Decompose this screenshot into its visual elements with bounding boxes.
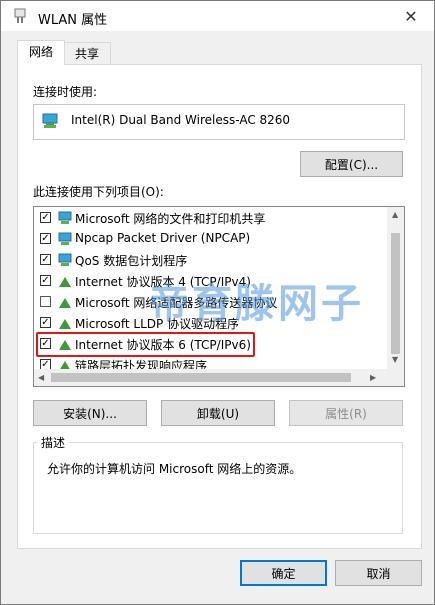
list-item[interactable]: ✓ Internet 协议版本 4 (TCP/IPv4) xyxy=(34,271,384,292)
tab-network[interactable]: 网络 xyxy=(17,40,65,65)
scroll-left-icon[interactable]: ◀ xyxy=(38,373,44,382)
list-item-label: Microsoft 网络的文件和打印机共享 xyxy=(75,212,266,226)
list-item-label: Microsoft LLDP 协议驱动程序 xyxy=(75,317,240,331)
dialog-window: WLAN 属性 ✕ 网络 共享 连接时使用: Intel(R) Dual Ban… xyxy=(0,0,435,605)
uninstall-button[interactable]: 卸载(U) xyxy=(161,400,275,426)
network-client-icon xyxy=(58,211,72,224)
tab-sharing[interactable]: 共享 xyxy=(63,42,111,65)
checkbox[interactable]: ✓ xyxy=(40,254,51,265)
network-service-icon xyxy=(58,253,72,266)
list-item-label: QoS 数据包计划程序 xyxy=(75,254,188,268)
checkbox[interactable]: ✓ xyxy=(40,233,51,244)
protocol-icon xyxy=(59,277,71,287)
protocol-icon xyxy=(59,298,71,308)
list-item[interactable]: ✓ Microsoft LLDP 协议驱动程序 xyxy=(34,313,384,334)
horizontal-scroll-thumb[interactable] xyxy=(51,373,351,382)
scroll-up-icon[interactable]: ▲ xyxy=(392,210,398,219)
checkbox[interactable] xyxy=(40,296,51,307)
protocol-icon xyxy=(59,319,71,329)
tab-sharing-label: 共享 xyxy=(74,47,99,61)
ok-button[interactable]: 确定 xyxy=(240,560,327,586)
highlight-box xyxy=(36,332,255,357)
scroll-down-icon[interactable]: ▼ xyxy=(392,355,398,364)
configure-button[interactable]: 配置(C)... xyxy=(300,151,403,177)
items-label: 此连接使用下列项目(O): xyxy=(33,185,164,199)
list-item[interactable]: ✓ Npcap Packet Driver (NPCAP) xyxy=(34,229,384,250)
list-item[interactable]: ✓ QoS 数据包计划程序 xyxy=(34,250,384,271)
horizontal-scrollbar[interactable]: ◀ ▶ xyxy=(34,369,404,386)
description-text: 允许你的计算机访问 Microsoft 网络上的资源。 xyxy=(47,462,302,476)
properties-button[interactable]: 属性(R) xyxy=(289,400,403,426)
network-adapter-icon xyxy=(42,113,58,128)
tab-network-label: 网络 xyxy=(28,45,53,59)
checkbox[interactable]: ✓ xyxy=(40,212,51,223)
components-list[interactable]: ✓ Microsoft 网络的文件和打印机共享 ✓ Npcap Packet D… xyxy=(33,206,405,387)
vertical-scrollbar[interactable]: ▲ ▼ xyxy=(387,207,404,369)
list-item-label: Internet 协议版本 4 (TCP/IPv4) xyxy=(75,275,251,289)
close-icon: ✕ xyxy=(404,6,418,26)
network-service-icon xyxy=(58,232,72,245)
install-button[interactable]: 安装(N)... xyxy=(33,400,147,426)
close-button[interactable]: ✕ xyxy=(388,1,434,31)
list-item[interactable]: ✓ Microsoft 网络的文件和打印机共享 xyxy=(34,208,384,229)
connect-using-label: 连接时使用: xyxy=(33,85,98,99)
checkbox[interactable]: ✓ xyxy=(40,275,51,286)
checkbox[interactable]: ✓ xyxy=(40,317,51,328)
vertical-scroll-thumb[interactable] xyxy=(391,233,400,354)
network-adapter-icon xyxy=(14,8,26,23)
adapter-box: Intel(R) Dual Band Wireless-AC 8260 xyxy=(33,104,405,140)
description-group xyxy=(33,442,403,534)
list-item-label: Npcap Packet Driver (NPCAP) xyxy=(75,231,251,245)
title-bar: WLAN 属性 ✕ xyxy=(1,1,434,31)
scroll-right-icon[interactable]: ▶ xyxy=(370,373,376,382)
description-title: 描述 xyxy=(37,434,70,451)
window-title: WLAN 属性 xyxy=(38,13,108,28)
adapter-name: Intel(R) Dual Band Wireless-AC 8260 xyxy=(71,113,291,127)
list-item-label: Microsoft 网络适配器多路传送器协议 xyxy=(75,296,278,310)
list-item[interactable]: Microsoft 网络适配器多路传送器协议 xyxy=(34,292,384,313)
cancel-button[interactable]: 取消 xyxy=(335,560,422,586)
